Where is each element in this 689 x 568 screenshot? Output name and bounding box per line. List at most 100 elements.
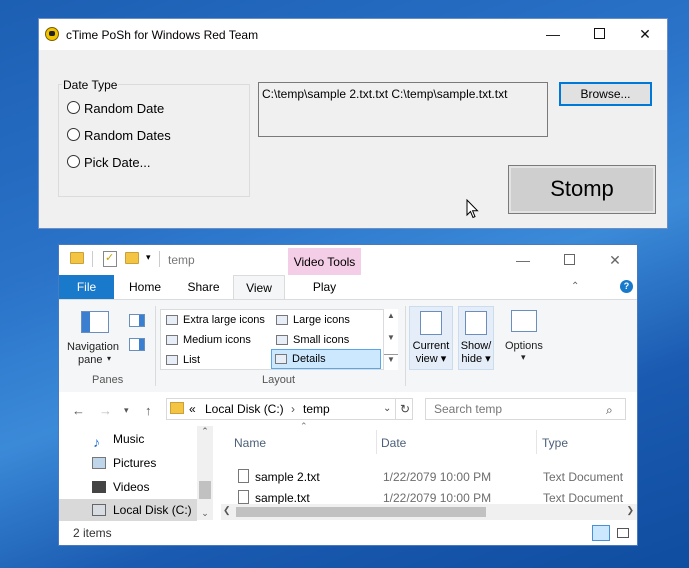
chevron-right-icon[interactable]: ›: [291, 399, 295, 419]
details-option[interactable]: Details: [271, 349, 381, 369]
small-icons-option[interactable]: Small icons: [273, 331, 401, 349]
show-hide-label: Show/: [460, 340, 492, 352]
divider: [155, 306, 156, 386]
tab-share[interactable]: Share: [176, 275, 231, 299]
app-icon: [45, 27, 59, 41]
refresh-icon[interactable]: ↻: [395, 398, 414, 420]
mouse-cursor-icon: [466, 199, 479, 219]
column-type[interactable]: Type: [542, 431, 568, 455]
panes-group-label: Panes: [92, 374, 124, 386]
column-date[interactable]: Date: [381, 431, 406, 455]
option-label: Details: [292, 353, 326, 365]
address-dropdown-icon[interactable]: ⌄: [383, 399, 391, 419]
scroll-up-icon[interactable]: ⌃: [197, 426, 213, 437]
chevron-down-icon[interactable]: ▾: [107, 354, 111, 363]
help-icon[interactable]: ?: [620, 280, 633, 293]
tab-play[interactable]: Play: [288, 275, 361, 299]
forward-icon[interactable]: →: [99, 403, 112, 418]
current-view-icon: [420, 311, 442, 335]
navigation-pane-label[interactable]: Navigation: [67, 341, 119, 353]
navigation-pane-icon[interactable]: [81, 311, 109, 333]
scroll-left-icon[interactable]: ❮: [223, 505, 231, 516]
divider: [159, 251, 160, 267]
search-icon[interactable]: ⌕: [606, 403, 613, 418]
options-button[interactable]: Options ▾: [503, 306, 547, 370]
file-row[interactable]: sample 2.txt 1/22/2079 10:00 PM Text Doc…: [221, 467, 637, 487]
scroll-thumb[interactable]: [199, 481, 211, 499]
maximize-button[interactable]: [546, 245, 592, 275]
details-pane-icon[interactable]: [129, 338, 145, 351]
nav-item-local-disk[interactable]: Local Disk (C:): [59, 499, 197, 521]
large-icons-view-icon[interactable]: [615, 525, 631, 541]
close-button[interactable]: ✕: [592, 245, 637, 275]
file-explorer-window: ▾ temp Video Tools — ✕ File Home Share V…: [58, 244, 638, 546]
option-label: List: [183, 354, 201, 366]
address-bar[interactable]: « Local Disk (C:) › temp ⌄: [166, 398, 413, 420]
file-date: 1/22/2079 10:00 PM: [383, 470, 492, 484]
preview-pane-icon[interactable]: [129, 314, 145, 327]
close-button[interactable]: ✕: [622, 19, 668, 50]
file-path-textbox[interactable]: C:\temp\sample 2.txt.txt C:\temp\sample.…: [258, 82, 548, 137]
scroll-up-icon[interactable]: ▲: [384, 311, 398, 320]
divider[interactable]: [376, 430, 377, 454]
pick-date-radio[interactable]: Pick Date...: [67, 155, 150, 170]
nav-item-label: Music: [113, 432, 145, 446]
maximize-button[interactable]: [576, 19, 622, 50]
large-icons-option[interactable]: Large icons: [273, 311, 401, 329]
back-icon[interactable]: ←: [72, 403, 85, 418]
sort-ascending-icon: ⌃: [300, 421, 308, 431]
nav-item-pictures[interactable]: Pictures: [59, 452, 200, 474]
drive-icon: [92, 504, 106, 516]
layout-group-label: Layout: [262, 374, 296, 386]
scroll-down-icon[interactable]: ⌄: [197, 508, 213, 519]
tab-home[interactable]: Home: [120, 275, 170, 299]
address-segment-local-disk[interactable]: Local Disk (C:): [205, 399, 284, 419]
address-row: ← → ▾ ↑ « Local Disk (C:) › temp ⌄ ↻ Sea…: [59, 392, 637, 426]
stomp-button[interactable]: Stomp: [508, 165, 656, 214]
extra-large-icons-option[interactable]: Extra large icons: [163, 311, 291, 329]
current-view-label: view ▾: [415, 353, 447, 365]
nav-item-label: Pictures: [113, 456, 157, 470]
show-hide-icon: [465, 311, 487, 335]
customize-quick-access-icon[interactable]: ▾: [146, 252, 151, 263]
ctime-window: cTime PoSh for Windows Red Team — ✕ Date…: [38, 18, 668, 229]
browse-button[interactable]: Browse...: [559, 82, 652, 106]
new-folder-icon[interactable]: [125, 252, 139, 264]
layout-scroll[interactable]: ▲ ▼ ▼: [383, 309, 398, 370]
text-file-icon: [238, 469, 249, 483]
collapse-ribbon-icon[interactable]: ⌃: [571, 281, 579, 292]
address-segment-temp[interactable]: temp: [303, 399, 330, 419]
status-bar: 2 items: [59, 522, 637, 545]
minimize-button[interactable]: —: [530, 19, 576, 50]
file-type: Text Document: [543, 470, 624, 484]
medium-icons-option[interactable]: Medium icons: [163, 331, 291, 349]
scroll-thumb[interactable]: [236, 507, 486, 517]
nav-scrollbar[interactable]: ⌃ ⌄: [197, 426, 213, 520]
show-hide-button[interactable]: Show/ hide ▾: [458, 306, 494, 370]
file-list-hscrollbar[interactable]: ❮ ❯: [221, 504, 637, 520]
random-date-radio[interactable]: Random Date: [67, 101, 164, 116]
explorer-title-bar[interactable]: ▾ temp Video Tools — ✕: [59, 245, 637, 275]
nav-item-videos[interactable]: Videos: [59, 476, 200, 498]
details-view-icon[interactable]: [592, 525, 610, 541]
scroll-down-icon[interactable]: ▼: [384, 333, 398, 342]
tab-file[interactable]: File: [59, 275, 114, 299]
up-icon[interactable]: ↑: [145, 403, 152, 418]
scroll-right-icon[interactable]: ❯: [626, 505, 634, 516]
recent-locations-icon[interactable]: ▾: [124, 405, 129, 416]
divider[interactable]: [536, 430, 537, 454]
address-overflow[interactable]: «: [189, 399, 196, 419]
option-label: Medium icons: [183, 334, 251, 346]
search-input[interactable]: Search temp: [425, 398, 626, 420]
column-name[interactable]: Name: [234, 431, 266, 455]
option-label: Small icons: [293, 334, 350, 346]
navigation-pane-label[interactable]: pane: [78, 354, 102, 366]
properties-icon[interactable]: [103, 251, 117, 267]
minimize-button[interactable]: —: [500, 245, 546, 275]
random-dates-radio[interactable]: Random Dates: [67, 128, 171, 143]
nav-item-music[interactable]: ♪ Music: [59, 428, 200, 450]
expand-gallery-icon[interactable]: ▼: [384, 354, 398, 364]
tab-view[interactable]: View: [233, 275, 285, 300]
title-bar[interactable]: cTime PoSh for Windows Red Team — ✕: [39, 19, 667, 50]
current-view-button[interactable]: Current view ▾: [409, 306, 453, 370]
